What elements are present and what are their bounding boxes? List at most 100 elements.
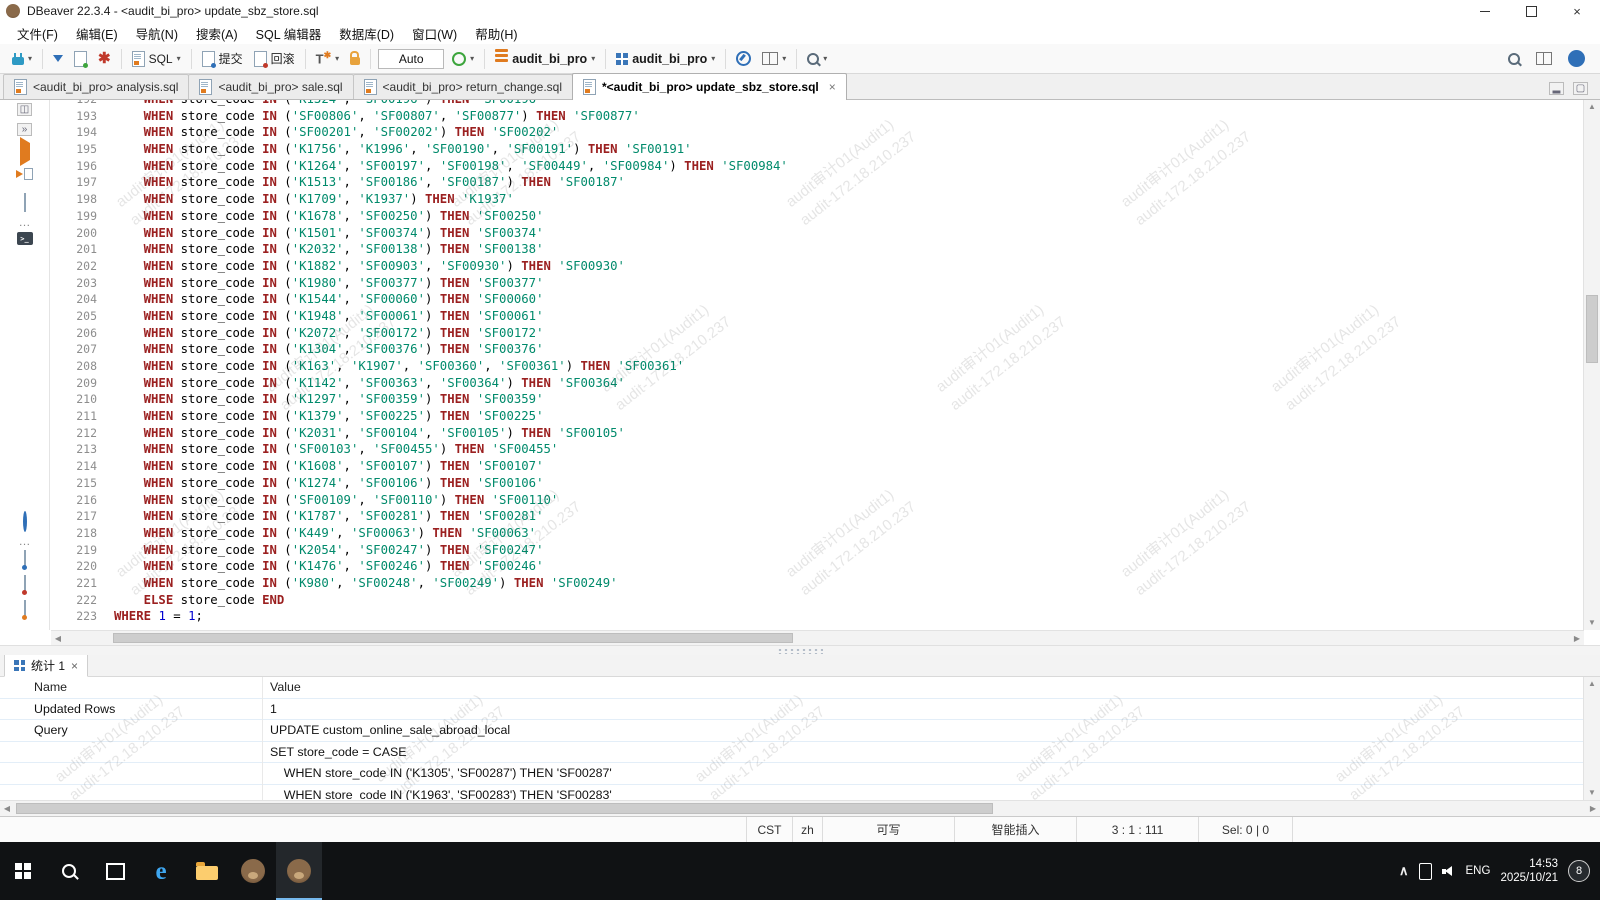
file-status-red-icon[interactable]: [24, 576, 26, 594]
commit-mode-combo[interactable]: Auto: [378, 49, 444, 69]
code-area[interactable]: 192 WHEN store_code IN ('K1324', 'SF0019…: [51, 100, 1584, 625]
code-line[interactable]: 211 WHEN store_code IN ('K1379', 'SF0022…: [51, 408, 1584, 425]
expand-panel-icon[interactable]: »: [17, 123, 32, 136]
code-line[interactable]: 213 WHEN store_code IN ('SF00103', 'SF00…: [51, 441, 1584, 458]
menu-file[interactable]: 文件(F): [8, 22, 67, 45]
schema-selector[interactable]: audit_bi_pro ▾: [613, 50, 718, 68]
scroll-down-icon[interactable]: ▼: [1584, 616, 1600, 630]
quick-search-button[interactable]: [1505, 51, 1523, 67]
code-line[interactable]: 193 WHEN store_code IN ('SF00806', 'SF00…: [51, 108, 1584, 125]
table-row[interactable]: WHEN store_code IN ('K1963', 'SF00283') …: [0, 785, 1584, 801]
device-icon[interactable]: [1419, 863, 1432, 880]
scroll-down-icon[interactable]: ▼: [1584, 786, 1600, 800]
editor-vertical-scrollbar[interactable]: ▲ ▼: [1583, 100, 1600, 630]
cell-value[interactable]: 1: [262, 702, 277, 716]
code-line[interactable]: 203 WHEN store_code IN ('K1980', 'SF0037…: [51, 275, 1584, 292]
horizontal-scroll-thumb[interactable]: [113, 633, 793, 643]
code-line[interactable]: 214 WHEN store_code IN ('K1608', 'SF0010…: [51, 458, 1584, 475]
code-line[interactable]: 196 WHEN store_code IN ('K1264', 'SF0019…: [51, 158, 1584, 175]
minimize-button[interactable]: [1462, 0, 1508, 22]
restore-panel-icon[interactable]: ◫: [17, 103, 32, 116]
sql-editor[interactable]: 192 WHEN store_code IN ('K1324', 'SF0019…: [51, 100, 1584, 630]
cell-name[interactable]: Updated Rows: [0, 702, 262, 716]
commit-button[interactable]: 提交: [199, 48, 246, 69]
export-file-icon[interactable]: [24, 551, 26, 569]
code-line[interactable]: 221 WHEN store_code IN ('K980', 'SF00248…: [51, 575, 1584, 592]
splitter-grip[interactable]: [777, 648, 823, 654]
table-row[interactable]: QueryUPDATE custom_online_sale_abroad_lo…: [0, 720, 1584, 742]
code-line[interactable]: 216 WHEN store_code IN ('SF00109', 'SF00…: [51, 492, 1584, 509]
edge-button[interactable]: e: [138, 842, 184, 900]
status-selection[interactable]: Sel: 0 | 0: [1198, 817, 1292, 842]
table-row[interactable]: Updated Rows1: [0, 699, 1584, 721]
column-divider[interactable]: [262, 677, 263, 800]
code-line[interactable]: 197 WHEN store_code IN ('K1513', 'SF0018…: [51, 174, 1584, 191]
script-icon[interactable]: [24, 194, 26, 212]
horizontal-scroll-thumb[interactable]: [16, 803, 993, 814]
save-file-button[interactable]: [71, 49, 90, 69]
file-explorer-button[interactable]: [184, 842, 230, 900]
close-tab-icon[interactable]: ×: [829, 80, 836, 94]
lock-button[interactable]: [347, 49, 363, 67]
taskbar-search-button[interactable]: [46, 842, 92, 900]
language-indicator[interactable]: ENG: [1466, 865, 1491, 877]
cell-name[interactable]: Query: [0, 723, 262, 737]
code-line[interactable]: 199 WHEN store_code IN ('K1678', 'SF0025…: [51, 208, 1584, 225]
new-connection-button[interactable]: ▾: [9, 51, 35, 67]
code-line[interactable]: 220 WHEN store_code IN ('K1476', 'SF0024…: [51, 558, 1584, 575]
table-row[interactable]: WHEN store_code IN ('K1305', 'SF00287') …: [0, 763, 1584, 785]
tx-isolation-button[interactable]: ▾: [449, 50, 477, 68]
column-header-name[interactable]: Name: [0, 680, 262, 694]
code-line[interactable]: 202 WHEN store_code IN ('K1882', 'SF0090…: [51, 258, 1584, 275]
editor-tab-2[interactable]: <audit_bi_pro> return_change.sql: [353, 74, 573, 99]
database-selector[interactable]: audit_bi_pro ▾: [492, 50, 598, 68]
overflow-dots-icon[interactable]: …: [19, 219, 31, 225]
cell-value[interactable]: UPDATE custom_online_sale_abroad_local: [262, 723, 510, 737]
grid-options-button[interactable]: ▾: [759, 50, 789, 67]
cell-value[interactable]: WHEN store_code IN ('K1305', 'SF00287') …: [262, 766, 612, 780]
notification-badge[interactable]: 8: [1568, 860, 1590, 882]
code-line[interactable]: 219 WHEN store_code IN ('K2054', 'SF0024…: [51, 542, 1584, 559]
fetch-data-button[interactable]: [50, 53, 66, 64]
tab-statistics[interactable]: 统计 1 ×: [4, 655, 88, 677]
editor-horizontal-scrollbar[interactable]: ◀ ▶: [51, 630, 1584, 645]
execute-script-icon[interactable]: [16, 168, 33, 180]
scroll-up-icon[interactable]: ▲: [1584, 100, 1600, 114]
editor-tab-1[interactable]: <audit_bi_pro> sale.sql: [188, 74, 353, 99]
start-button[interactable]: [0, 842, 46, 900]
code-line[interactable]: 209 WHEN store_code IN ('K1142', 'SF0036…: [51, 375, 1584, 392]
task-view-button[interactable]: [92, 842, 138, 900]
vertical-scroll-thumb[interactable]: [1586, 295, 1598, 363]
menu-window[interactable]: 窗口(W): [403, 22, 466, 45]
execute-sql-icon[interactable]: [20, 143, 30, 161]
menu-sql-editor[interactable]: SQL 编辑器: [247, 22, 331, 45]
table-row[interactable]: SET store_code = CASE: [0, 742, 1584, 764]
close-tab-icon[interactable]: ×: [71, 659, 78, 673]
scroll-right-icon[interactable]: ▶: [1586, 801, 1600, 816]
navigator-button[interactable]: [733, 49, 754, 68]
column-header-value[interactable]: Value: [262, 680, 301, 694]
maximize-button[interactable]: [1508, 0, 1554, 22]
toolbar-search-button[interactable]: ▾: [804, 51, 830, 67]
code-line[interactable]: 201 WHEN store_code IN ('K2032', 'SF0013…: [51, 241, 1584, 258]
code-line[interactable]: 215 WHEN store_code IN ('K1274', 'SF0010…: [51, 475, 1584, 492]
dbeaver-taskbar-button[interactable]: [230, 842, 276, 900]
status-caret-position[interactable]: 3 : 1 : 111: [1076, 817, 1198, 842]
code-line[interactable]: 223WHERE 1 = 1;: [51, 608, 1584, 625]
file-status-blue-icon[interactable]: [24, 601, 26, 619]
open-terminal-icon[interactable]: >_: [17, 232, 33, 245]
maximize-view-icon[interactable]: ▢: [1573, 82, 1588, 95]
cell-value[interactable]: SET store_code = CASE: [262, 745, 406, 759]
code-line[interactable]: 200 WHEN store_code IN ('K1501', 'SF0037…: [51, 225, 1584, 242]
settings-gear-icon[interactable]: [23, 513, 27, 531]
status-write-mode[interactable]: 可写: [822, 817, 954, 842]
scroll-left-icon[interactable]: ◀: [51, 631, 65, 645]
sql-editor-button[interactable]: SQL ▾: [129, 49, 184, 69]
transaction-log-button[interactable]: T✱▾: [313, 48, 343, 68]
code-line[interactable]: 204 WHEN store_code IN ('K1544', 'SF0006…: [51, 291, 1584, 308]
rollback-button[interactable]: 回滚: [251, 48, 298, 69]
close-button[interactable]: ×: [1554, 0, 1600, 22]
menu-database[interactable]: 数据库(D): [330, 22, 403, 45]
code-line[interactable]: 192 WHEN store_code IN ('K1324', 'SF0019…: [51, 100, 1584, 108]
status-timezone[interactable]: CST: [746, 817, 792, 842]
